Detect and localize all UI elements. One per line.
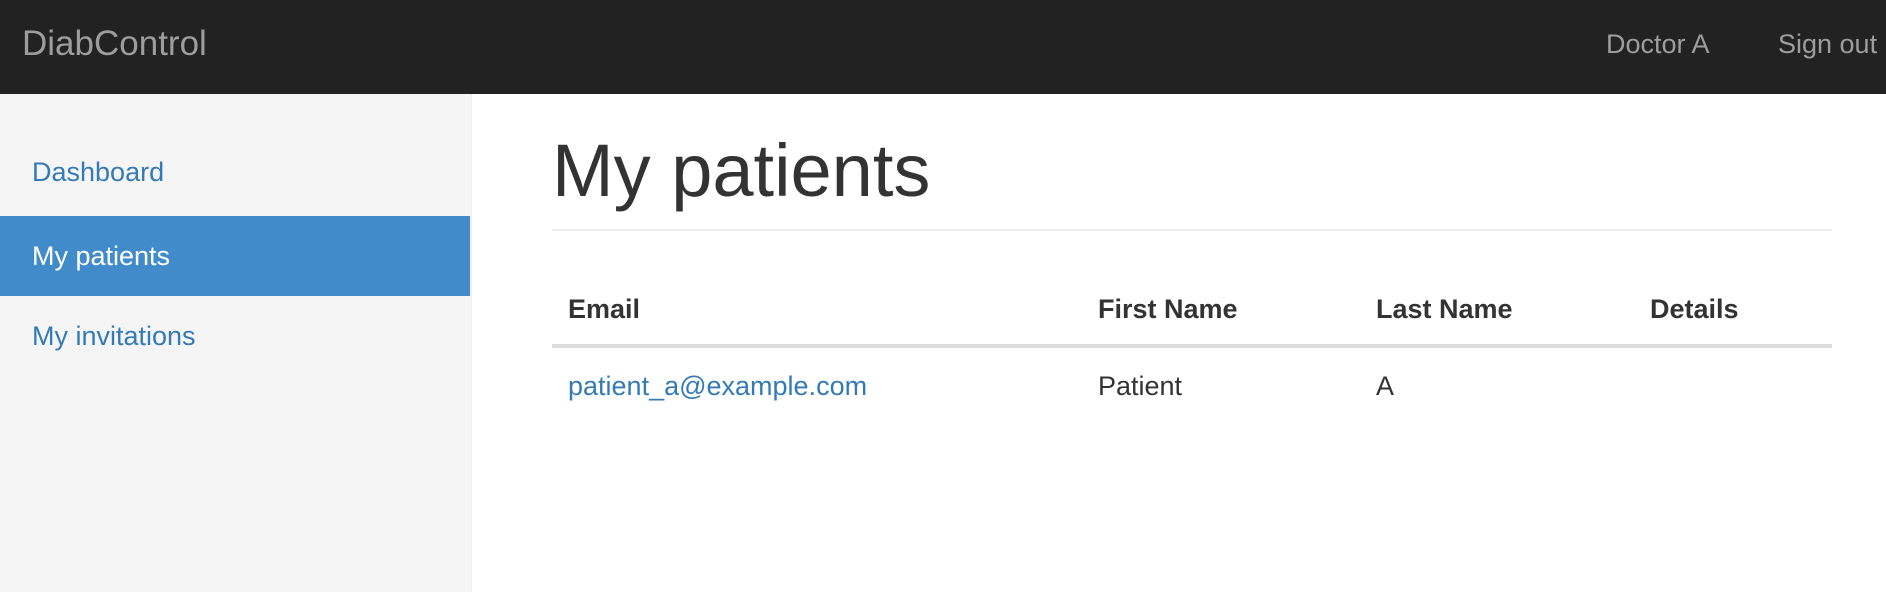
top-navbar: DiabControl Doctor A Sign out — [0, 0, 1886, 94]
column-header-first-name: First Name — [1082, 274, 1360, 348]
sidebar-item-my-invitations[interactable]: My invitations — [0, 296, 470, 376]
sidebar-item-dashboard[interactable]: Dashboard — [0, 132, 470, 212]
page-title: My patients — [552, 129, 931, 212]
details-cell — [1634, 346, 1832, 424]
last-name-cell: A — [1376, 370, 1395, 401]
sign-out-link[interactable]: Sign out — [1778, 0, 1877, 88]
table-header-row: Email First Name Last Name Details — [552, 274, 1832, 348]
patient-email-link[interactable]: patient_a@example.com — [568, 371, 867, 401]
table-row: patient_a@example.com Patient A — [552, 346, 1832, 424]
title-divider — [552, 229, 1832, 231]
first-name-cell: Patient — [1098, 370, 1183, 401]
patients-table: Email First Name Last Name Details patie… — [552, 274, 1832, 424]
email-cell: patient_a@example.com — [552, 346, 1082, 424]
brand-link[interactable]: DiabControl — [22, 0, 207, 88]
column-header-last-name: Last Name — [1360, 274, 1634, 348]
column-header-details: Details — [1634, 274, 1832, 348]
column-header-email: Email — [552, 274, 1082, 348]
sidebar: Dashboard My patients My invitations — [0, 94, 472, 592]
sidebar-item-my-patients[interactable]: My patients — [0, 216, 470, 296]
user-menu-link[interactable]: Doctor A — [1606, 0, 1710, 88]
